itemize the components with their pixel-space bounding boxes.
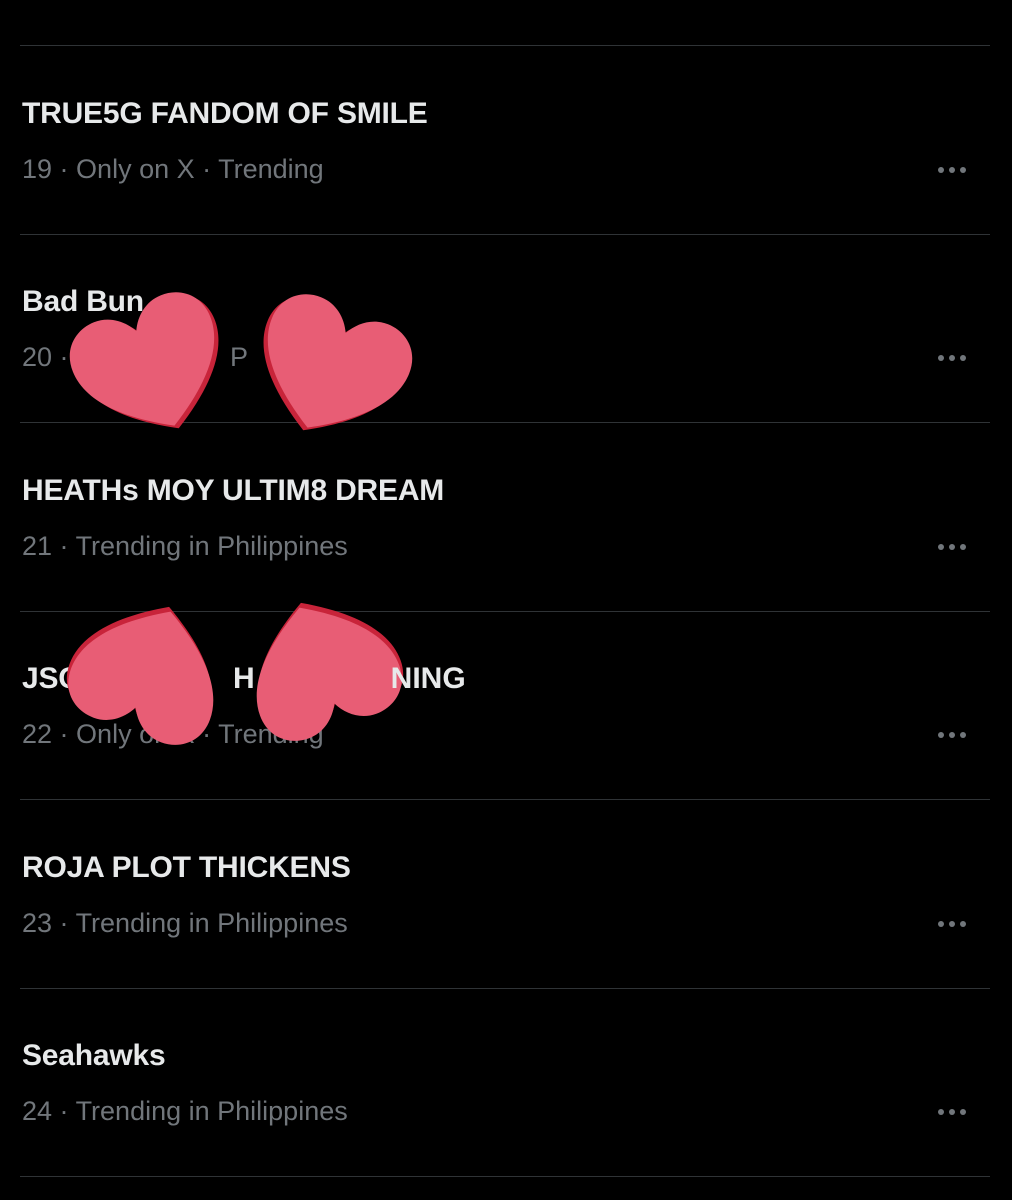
more-options-icon[interactable] <box>926 533 978 561</box>
heart-sticker-icon <box>69 292 219 429</box>
trend-rank: 24 <box>22 1096 53 1126</box>
more-options-icon[interactable] <box>926 1098 978 1126</box>
trend-rank: 20 <box>22 342 53 372</box>
trend-item[interactable]: TRUE5G FANDOM OF SMILE 19 · Only on X · … <box>0 96 1012 284</box>
trend-title: ROJA PLOT THICKENS <box>22 851 351 884</box>
more-options-icon[interactable] <box>926 910 978 938</box>
more-options-icon[interactable] <box>926 344 978 372</box>
trend-rank: 22 <box>22 719 53 749</box>
trend-item[interactable]: Seahawks 24 · Trending in Philippines <box>0 1038 1012 1200</box>
trend-context: Only on X · Trending <box>76 154 324 184</box>
trend-meta: 21 · Trending in Philippines <box>22 531 348 561</box>
trend-title: HEATHs MOY ULTIM8 DREAM <box>22 474 445 507</box>
trend-context: Trending in Philippines <box>75 908 348 938</box>
trend-title: Seahawks <box>22 1039 166 1072</box>
heart-sticker-icon <box>263 294 413 431</box>
trend-rank: 23 <box>22 908 53 938</box>
divider <box>20 45 990 46</box>
trend-rank: 19 <box>22 154 53 184</box>
more-options-icon[interactable] <box>926 721 978 749</box>
trend-meta: 24 · Trending in Philippines <box>22 1096 348 1126</box>
trend-item[interactable]: ROJA PLOT THICKENS 23 · Trending in Phil… <box>0 850 1012 1038</box>
more-options-icon[interactable] <box>926 156 978 184</box>
heart-sticker-icon <box>66 606 214 745</box>
trend-context: Trending in Philippines <box>75 1096 348 1126</box>
trend-title-fragment: H NING <box>233 662 466 695</box>
trend-context: Trending in Philippines <box>75 531 348 561</box>
trend-title: TRUE5G FANDOM OF SMILE <box>22 97 428 130</box>
trend-meta: 23 · Trending in Philippines <box>22 908 348 938</box>
trend-meta: 19 · Only on X · Trending <box>22 154 324 184</box>
trend-rank: 21 <box>22 531 53 561</box>
